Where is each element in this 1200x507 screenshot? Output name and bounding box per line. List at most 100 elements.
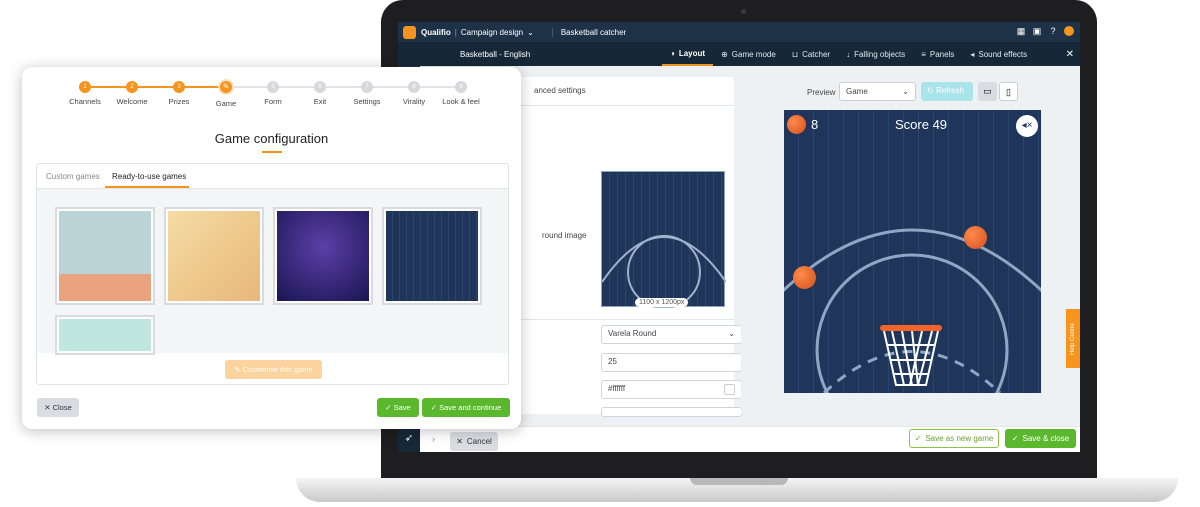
step-number: 1	[79, 81, 91, 93]
save-as-new-game-button[interactable]: ✓ Save as new game	[909, 429, 999, 448]
save-close-label: Save & close	[1022, 434, 1070, 443]
font-select[interactable]: Varela Round ⌄	[601, 325, 742, 344]
close-label: Close	[52, 403, 72, 412]
tab-sound-effects[interactable]: ◂ Sound effects	[962, 42, 1035, 66]
sound-toggle-icon[interactable]: ◂×	[1016, 115, 1038, 137]
save-close-button[interactable]: ✓ Save & close	[1005, 429, 1076, 448]
ball-count: 8	[811, 117, 819, 132]
step-label: Virality	[402, 97, 426, 106]
step-welcome[interactable]: 2 Welcome	[107, 81, 157, 106]
pencil-icon: ✎	[218, 79, 234, 95]
game-preview[interactable]: 8 Score 49 ◂×	[784, 110, 1041, 393]
game-card-basketball[interactable]	[382, 207, 482, 305]
court-lines	[601, 235, 727, 309]
step-label: Welcome	[116, 97, 148, 106]
game-card-catch[interactable]	[55, 207, 155, 305]
game-card-mint[interactable]	[55, 315, 155, 355]
close-button[interactable]: ✕ Close	[37, 398, 79, 417]
mobile-icon[interactable]: ▯	[999, 82, 1018, 101]
calendar-icon[interactable]: ▣	[1032, 26, 1042, 36]
court-graphics	[784, 228, 1041, 393]
tab-custom-games[interactable]: Custom games	[46, 172, 100, 181]
games-tabs: Custom games Ready-to-use games ✎ Custom…	[36, 163, 509, 385]
chevron-right-icon[interactable]: ›	[432, 434, 435, 444]
customise-game-button[interactable]: ✎ Customise this game	[225, 360, 322, 379]
preview-mode-select[interactable]: Game ⌄	[839, 82, 916, 101]
step-prizes[interactable]: 3 Prizes	[154, 81, 204, 106]
rocket-icon[interactable]: ➶	[398, 426, 420, 452]
apps-grid-icon[interactable]: ▦	[1016, 26, 1026, 36]
check-icon: ✓	[914, 434, 922, 443]
speaker-icon: ◂	[970, 49, 975, 59]
help-icon[interactable]: ?	[1048, 26, 1058, 36]
refresh-button[interactable]: ↻ Refresh	[921, 82, 973, 101]
color-value: #ffffff	[608, 384, 626, 393]
gamepad-icon: ⊕	[721, 49, 728, 59]
step-exit[interactable]: 6 Exit	[295, 81, 345, 106]
color-swatch[interactable]	[724, 384, 735, 395]
brand-name: Qualifio	[421, 27, 451, 37]
score-label: Score 49	[895, 117, 948, 132]
avatar[interactable]	[1064, 26, 1074, 36]
section-selector[interactable]: Campaign design	[461, 28, 523, 37]
chevron-down-icon: ⌄	[728, 329, 735, 338]
step-form[interactable]: 5 Form	[248, 81, 298, 106]
palette-icon: ◑	[670, 48, 675, 58]
step-label: Form	[264, 97, 282, 106]
modal-title: Game configuration	[214, 131, 329, 146]
chevron-down-icon: ⌄	[902, 87, 909, 96]
campaign-tab[interactable]: Basketball catcher	[551, 27, 626, 37]
step-virality[interactable]: 8 Virality	[389, 81, 439, 106]
ball-counter-icon	[787, 115, 806, 134]
tab-catcher[interactable]: ⊔ Catcher	[784, 42, 838, 66]
desktop-icon[interactable]: ▭	[978, 82, 997, 101]
tab-layout[interactable]: ◑ Layout	[662, 42, 714, 66]
close-icon: ✕	[44, 403, 53, 412]
tab-label: Game mode	[731, 49, 776, 59]
tab-panels[interactable]: ≡ Panels	[913, 42, 962, 66]
step-settings[interactable]: 7 Settings	[342, 81, 392, 106]
close-icon[interactable]: ✕	[1066, 49, 1074, 60]
step-look-feel[interactable]: 9 Look & feel	[436, 81, 486, 106]
step-number: 8	[408, 81, 420, 93]
game-card-space[interactable]	[273, 207, 373, 305]
preview-mode-value: Game	[846, 87, 868, 96]
color-field[interactable]: #ffffff	[601, 380, 742, 399]
step-channels[interactable]: 1 Channels	[60, 81, 110, 106]
font-value: Varela Round	[608, 329, 657, 338]
step-label: Settings	[353, 97, 381, 106]
game-thumbnail	[59, 211, 151, 301]
step-number: 9	[455, 81, 467, 93]
step-label: Game	[215, 99, 237, 108]
pencil-icon: ✎	[234, 365, 243, 374]
basket-icon: ⊔	[791, 49, 799, 59]
falling-ball	[793, 266, 816, 289]
step-game[interactable]: ✎ Game	[201, 79, 251, 108]
tab-game-mode[interactable]: ⊕ Game mode	[713, 42, 784, 66]
step-number: 3	[173, 81, 185, 93]
brand-separator: |	[454, 27, 457, 37]
tab-label: Catcher	[802, 49, 831, 59]
tab-ready-to-use-games[interactable]: Ready-to-use games	[112, 172, 186, 181]
step-number: 7	[361, 81, 373, 93]
chevron-down-icon[interactable]: ⌄	[527, 28, 534, 37]
step-label: Prizes	[168, 97, 190, 106]
refresh-icon: ↻	[927, 86, 936, 95]
save-button[interactable]: ✓ Save	[377, 398, 419, 417]
top-bar: Qualifio | Campaign design ⌄ Basketball …	[398, 22, 1080, 42]
background-image-thumbnail[interactable]	[601, 171, 727, 309]
next-field[interactable]	[601, 407, 742, 417]
advanced-settings-tab[interactable]: anced settings	[534, 86, 586, 95]
game-card-basket[interactable]	[164, 207, 264, 305]
step-label: Channels	[69, 97, 101, 106]
close-icon: ✕	[456, 437, 463, 446]
tab-falling-objects[interactable]: ↓ Falling objects	[838, 42, 913, 66]
help-centre-tab[interactable]: Help Centre	[1066, 309, 1080, 368]
check-icon: ✓	[1011, 434, 1019, 443]
cancel-button[interactable]: ✕ Cancel	[450, 432, 498, 451]
wizard-steps: 1 Channels 2 Welcome 3 Prizes ✎ Game 5 Form 6…	[60, 79, 500, 111]
game-thumbnail	[277, 211, 369, 301]
font-size-field[interactable]: 25	[601, 353, 742, 372]
save-continue-button[interactable]: ✓ Save and continue	[422, 398, 510, 417]
game-thumbnail	[59, 319, 151, 351]
